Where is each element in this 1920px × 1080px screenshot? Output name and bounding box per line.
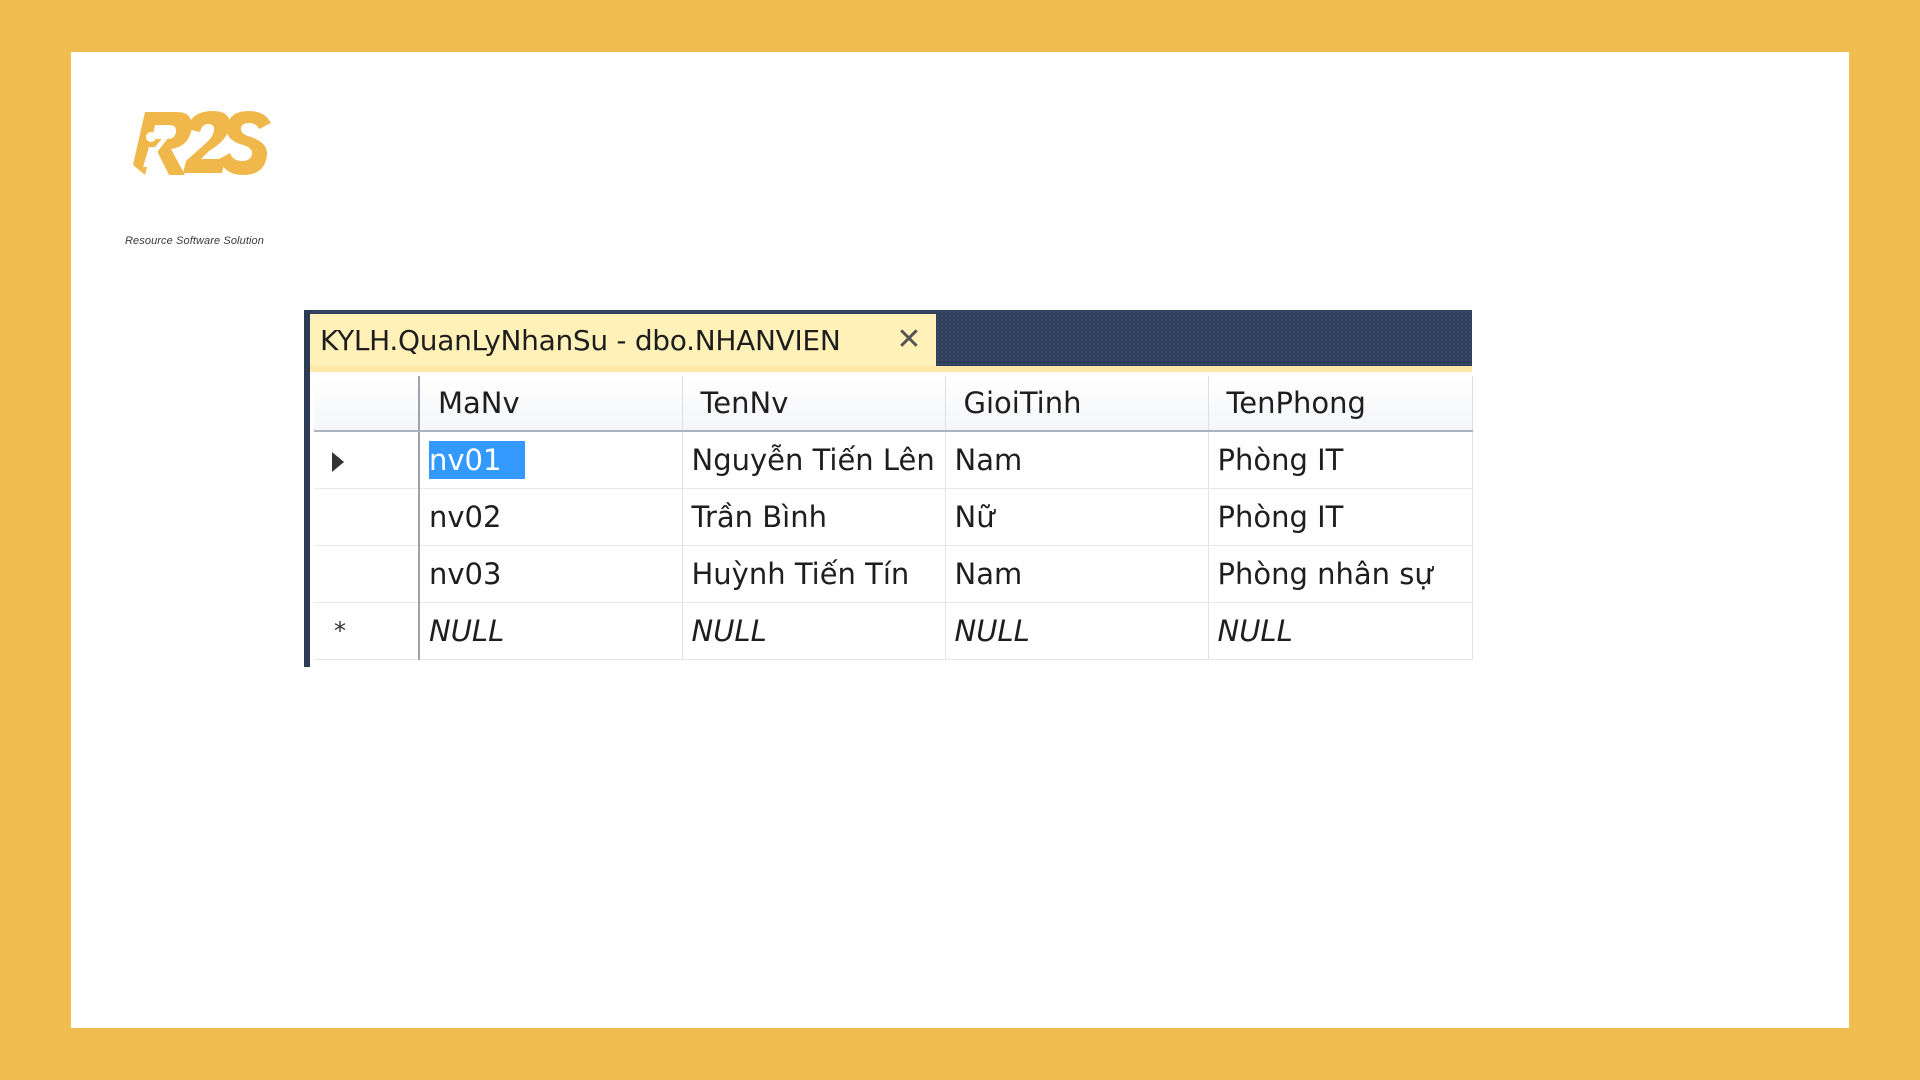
window-left-edge (304, 310, 310, 667)
cell-manv[interactable]: nv03 (419, 545, 683, 603)
results-grid: MaNv TenNv GioiTinh TenPhong nv01 Nguyễn… (314, 376, 1473, 660)
cell-tennv[interactable]: NULL (682, 602, 946, 660)
new-row-star-icon: * (334, 616, 346, 645)
table-row: nv03 Huỳnh Tiến Tín Nam Phòng nhân sự (314, 545, 1473, 603)
cell-tennv[interactable]: Trần Bình (682, 488, 946, 546)
table-row: nv02 Trần Bình Nữ Phòng IT (314, 488, 1473, 546)
row-header-corner[interactable] (314, 376, 420, 432)
cell-tenphong[interactable]: Phòng IT (1208, 431, 1473, 489)
table-row: nv01 Nguyễn Tiến Lên Nam Phòng IT (314, 431, 1473, 489)
cell-manv[interactable]: NULL (419, 602, 683, 660)
cell-gioitinh[interactable]: Nam (945, 545, 1209, 603)
column-header-gioitinh[interactable]: GioiTinh (945, 376, 1209, 432)
document-tab-strip: KYLH.QuanLyNhanSu - dbo.NHANVIEN ✕ (304, 310, 1472, 366)
tab-accent-bar (310, 366, 1472, 372)
row-selector[interactable] (314, 545, 420, 603)
tab-title: KYLH.QuanLyNhanSu - dbo.NHANVIEN (320, 323, 841, 357)
column-header-tennv[interactable]: TenNv (682, 376, 946, 432)
cell-tenphong[interactable]: Phòng IT (1208, 488, 1473, 546)
cell-tenphong[interactable]: Phòng nhân sự (1208, 545, 1473, 603)
row-selector[interactable] (314, 431, 420, 489)
cell-gioitinh[interactable]: Nam (945, 431, 1209, 489)
row-selector[interactable] (314, 488, 420, 546)
r2s-logo-mark (133, 111, 271, 175)
grid-header-row: MaNv TenNv GioiTinh TenPhong (314, 376, 1473, 432)
tab-nhanvien[interactable]: KYLH.QuanLyNhanSu - dbo.NHANVIEN ✕ (310, 314, 936, 366)
cell-manv[interactable]: nv02 (419, 488, 683, 546)
r2s-logo: Resource Software Solution (125, 107, 275, 257)
close-icon[interactable]: ✕ (892, 322, 926, 357)
cell-tennv[interactable]: Nguyễn Tiến Lên (682, 431, 946, 489)
cell-gioitinh[interactable]: Nữ (945, 488, 1209, 546)
row-selector[interactable]: * (314, 602, 420, 660)
column-header-tenphong[interactable]: TenPhong (1208, 376, 1473, 432)
cell-manv[interactable]: nv01 (419, 431, 683, 489)
logo-tagline: Resource Software Solution (125, 235, 264, 247)
cell-tennv[interactable]: Huỳnh Tiến Tín (682, 545, 946, 603)
cell-gioitinh[interactable]: NULL (945, 602, 1209, 660)
cell-tenphong[interactable]: NULL (1208, 602, 1473, 660)
current-row-arrow-icon (332, 452, 344, 472)
ssms-table-editor-window: KYLH.QuanLyNhanSu - dbo.NHANVIEN ✕ MaNv … (304, 310, 1473, 667)
column-header-manv[interactable]: MaNv (419, 376, 683, 432)
selected-cell-text[interactable]: nv01 (429, 440, 526, 479)
new-row: * NULL NULL NULL NULL (314, 602, 1473, 660)
